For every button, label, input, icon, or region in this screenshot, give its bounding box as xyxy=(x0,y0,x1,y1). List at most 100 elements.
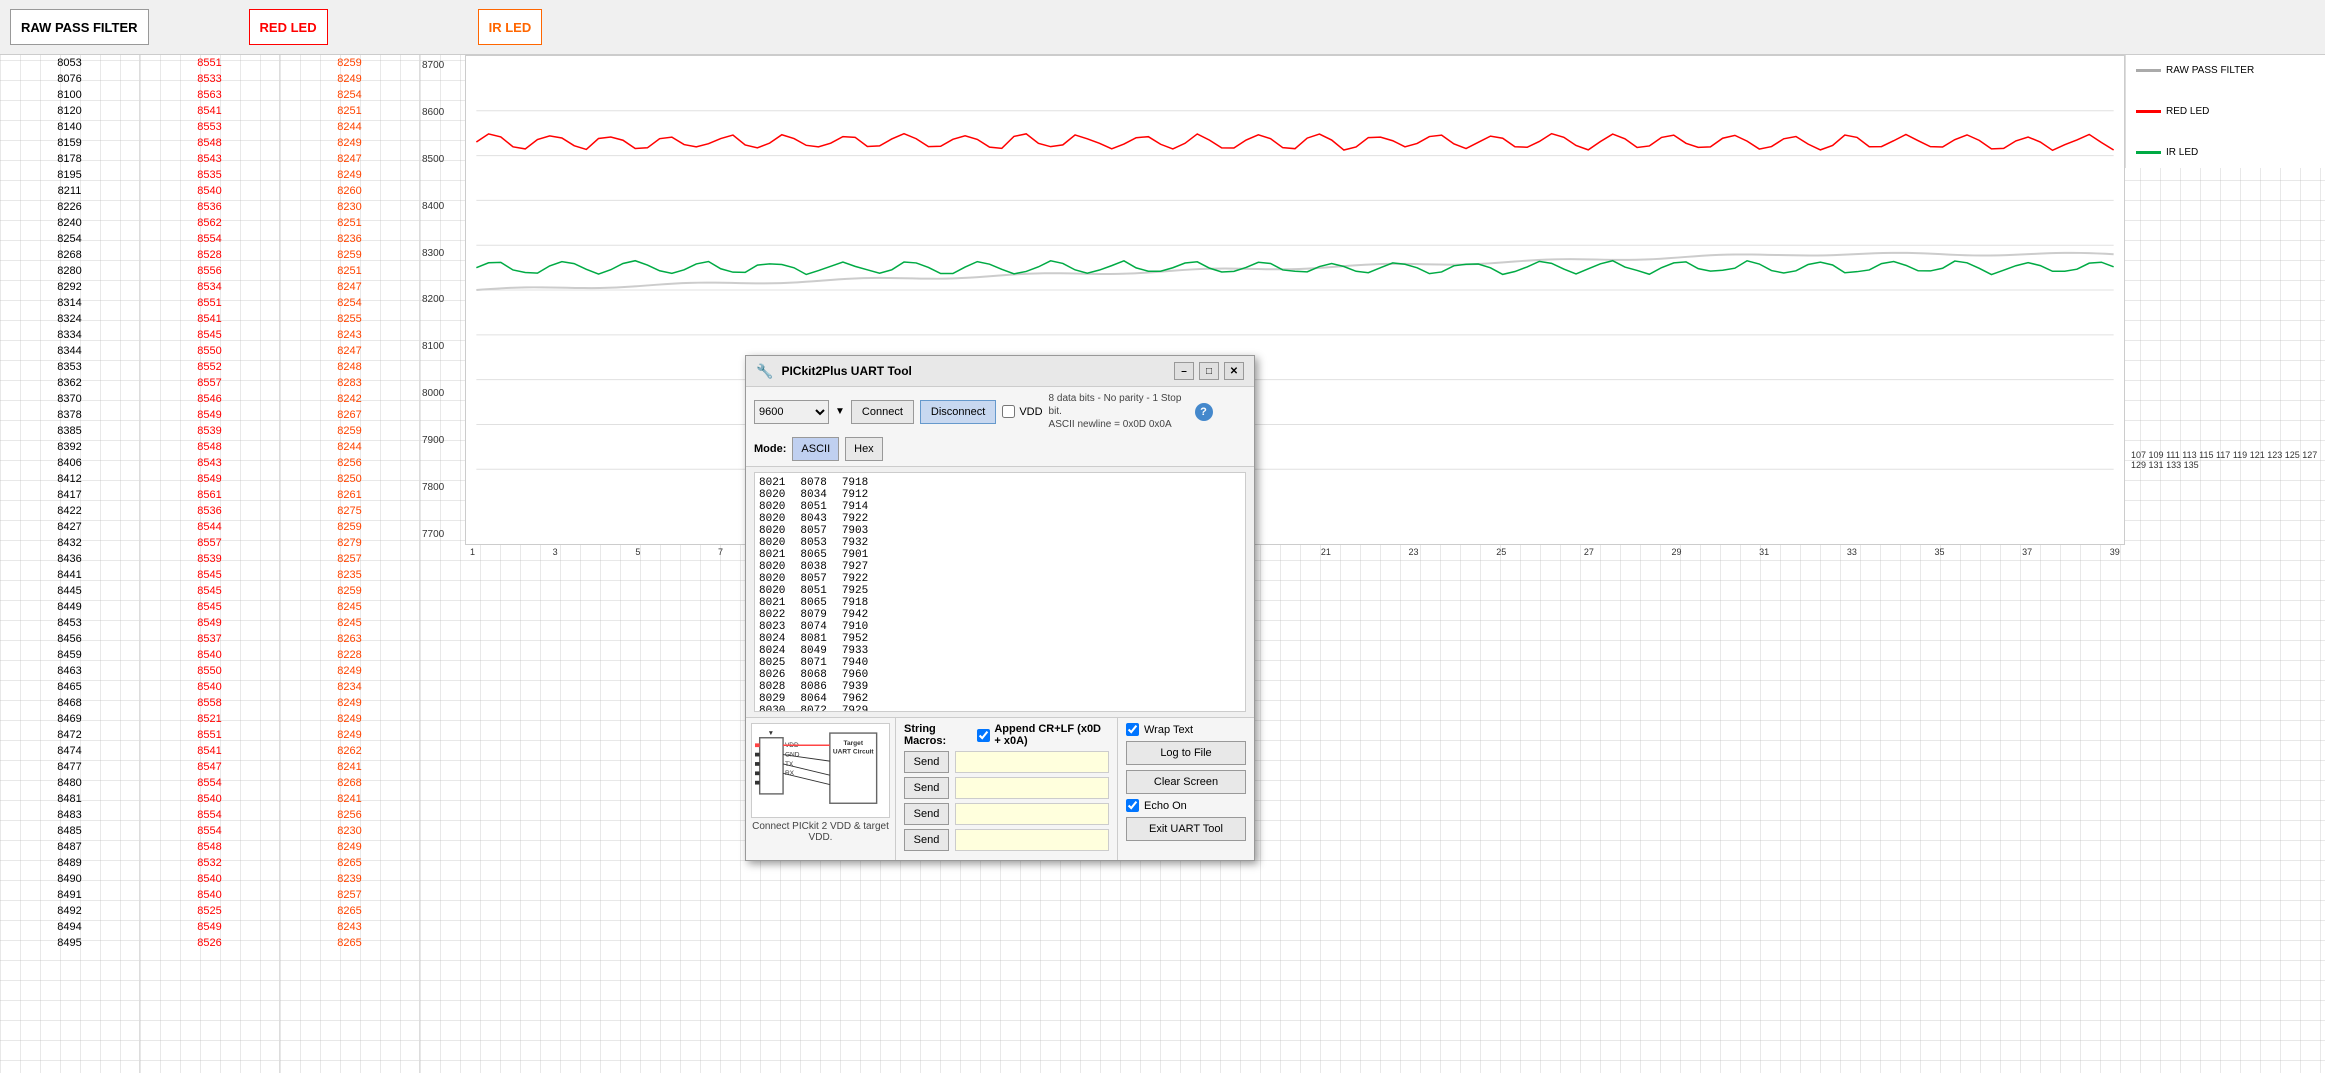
right-controls: Wrap Text Log to File Clear Screen Echo … xyxy=(1117,718,1254,860)
svg-text:▼: ▼ xyxy=(768,730,774,737)
ascii-mode-button[interactable]: ASCII xyxy=(792,437,839,461)
serial-data-row: 802080577903 xyxy=(759,525,1241,537)
ir-data-value: 8249 xyxy=(280,167,419,183)
chart-y-label: 8500 xyxy=(422,154,463,165)
macros-title: String Macros: xyxy=(904,723,967,747)
serial-data-value: 8028 xyxy=(759,681,785,693)
hex-mode-button[interactable]: Hex xyxy=(845,437,883,461)
serial-data-value: 8065 xyxy=(800,549,826,561)
svg-text:Target: Target xyxy=(843,740,863,747)
raw-data-value: 8463 xyxy=(0,663,139,679)
baud-rate-select[interactable]: 9600192003840057600115200 xyxy=(754,400,829,424)
clear-screen-button[interactable]: Clear Screen xyxy=(1126,770,1246,794)
red-data-value: 8545 xyxy=(140,599,279,615)
red-data-value: 8540 xyxy=(140,791,279,807)
echo-on-text: Echo On xyxy=(1144,800,1187,812)
serial-data-value: 8021 xyxy=(759,477,785,489)
macro-send-2[interactable]: Send xyxy=(904,777,949,799)
red-data-value: 8554 xyxy=(140,823,279,839)
chart-x-label: 29 xyxy=(1672,547,1682,563)
serial-data-value: 8038 xyxy=(800,561,826,573)
macro-input-2[interactable] xyxy=(955,777,1109,799)
red-led-label: RED LED xyxy=(249,9,328,45)
wrap-text-checkbox[interactable] xyxy=(1126,723,1139,736)
serial-data-value: 7940 xyxy=(842,657,868,669)
dialog-toolbar: 9600192003840057600115200 ▼ Connect Disc… xyxy=(746,387,1254,467)
macro-input-4[interactable] xyxy=(955,829,1109,851)
ir-data-value: 8260 xyxy=(280,183,419,199)
ir-data-value: 8275 xyxy=(280,503,419,519)
connect-button[interactable]: Connect xyxy=(851,400,914,424)
macro-send-4[interactable]: Send xyxy=(904,829,949,851)
chart-y-label: 8600 xyxy=(422,107,463,118)
exit-uart-button[interactable]: Exit UART Tool xyxy=(1126,817,1246,841)
red-data-value: 8551 xyxy=(140,55,279,71)
serial-data-row: 803080727929 xyxy=(759,705,1241,712)
serial-data-value: 8081 xyxy=(800,633,826,645)
info-icon[interactable]: ? xyxy=(1195,403,1213,421)
red-data-value: 8535 xyxy=(140,167,279,183)
macro-send-3[interactable]: Send xyxy=(904,803,949,825)
vdd-checkbox-label[interactable]: VDD xyxy=(1002,405,1042,418)
close-button[interactable]: ✕ xyxy=(1224,362,1244,380)
red-data-value: 8549 xyxy=(140,471,279,487)
macro-send-1[interactable]: Send xyxy=(904,751,949,773)
chart-y-label: 7700 xyxy=(422,529,463,540)
maximize-button[interactable]: □ xyxy=(1199,362,1219,380)
serial-data-value: 8020 xyxy=(759,585,785,597)
uart-circuit-area: ▼ VDD GND TX RX Target UART Circuit xyxy=(746,718,896,860)
serial-output[interactable]: 8021807879188020803479128020805179148020… xyxy=(754,472,1246,712)
raw-data-value: 8344 xyxy=(0,343,139,359)
serial-data-row: 802080517914 xyxy=(759,501,1241,513)
red-data-value: 8534 xyxy=(140,279,279,295)
red-data-value: 8541 xyxy=(140,103,279,119)
append-crlf-label[interactable]: Append CR+LF (x0D + x0A) xyxy=(977,723,1109,747)
serial-data-row: 802180657901 xyxy=(759,549,1241,561)
raw-data-value: 8268 xyxy=(0,247,139,263)
serial-data-row: 802480497933 xyxy=(759,645,1241,657)
ir-data-value: 8245 xyxy=(280,615,419,631)
serial-data-value: 8064 xyxy=(800,693,826,705)
append-crlf-checkbox[interactable] xyxy=(977,729,990,742)
serial-data-value: 7932 xyxy=(842,537,868,549)
macro-input-3[interactable] xyxy=(955,803,1109,825)
raw-data-value: 8178 xyxy=(0,151,139,167)
chart-y-label: 8000 xyxy=(422,388,463,399)
ir-data-value: 8259 xyxy=(280,583,419,599)
ir-data-value: 8256 xyxy=(280,455,419,471)
log-to-file-button[interactable]: Log to File xyxy=(1126,741,1246,765)
wrap-text-label[interactable]: Wrap Text xyxy=(1126,723,1246,736)
legend-raw-line xyxy=(2136,69,2161,72)
disconnect-button[interactable]: Disconnect xyxy=(920,400,996,424)
echo-on-checkbox[interactable] xyxy=(1126,799,1139,812)
macro-input-1[interactable] xyxy=(955,751,1109,773)
raw-data-value: 8469 xyxy=(0,711,139,727)
serial-data-row: 802880867939 xyxy=(759,681,1241,693)
red-data-value: 8551 xyxy=(140,727,279,743)
serial-data-row: 802080387927 xyxy=(759,561,1241,573)
ir-data-value: 8256 xyxy=(280,807,419,823)
chart-x-label: 35 xyxy=(1934,547,1944,563)
chart-xaxis: 13579111315171921232527293133353739 xyxy=(465,545,2125,565)
serial-data-value: 8057 xyxy=(800,573,826,585)
dialog-titlebar: 🔧 PICkit2Plus UART Tool – □ ✕ xyxy=(746,356,1254,387)
legend-ir: IR LED xyxy=(2136,147,2315,158)
serial-data-value: 8030 xyxy=(759,705,785,712)
chart-x-label: 3 xyxy=(553,547,558,563)
serial-data-value: 8051 xyxy=(800,501,826,513)
red-data-value: 8546 xyxy=(140,391,279,407)
serial-data-value: 8020 xyxy=(759,525,785,537)
red-data-value: 8554 xyxy=(140,231,279,247)
red-data-value: 8539 xyxy=(140,423,279,439)
raw-pass-filter-label: RAW PASS FILTER xyxy=(10,9,149,45)
chart-x-label-right: 121 xyxy=(2250,450,2268,460)
serial-data-row: 802080537932 xyxy=(759,537,1241,549)
minimize-button[interactable]: – xyxy=(1174,362,1194,380)
vdd-checkbox[interactable] xyxy=(1002,405,1015,418)
ir-data-value: 8245 xyxy=(280,599,419,615)
echo-on-label[interactable]: Echo On xyxy=(1126,799,1246,812)
serial-data-value: 8021 xyxy=(759,597,785,609)
dialog-controls[interactable]: – □ ✕ xyxy=(1174,362,1244,380)
serial-data-value: 8074 xyxy=(800,621,826,633)
serial-data-value: 7922 xyxy=(842,573,868,585)
